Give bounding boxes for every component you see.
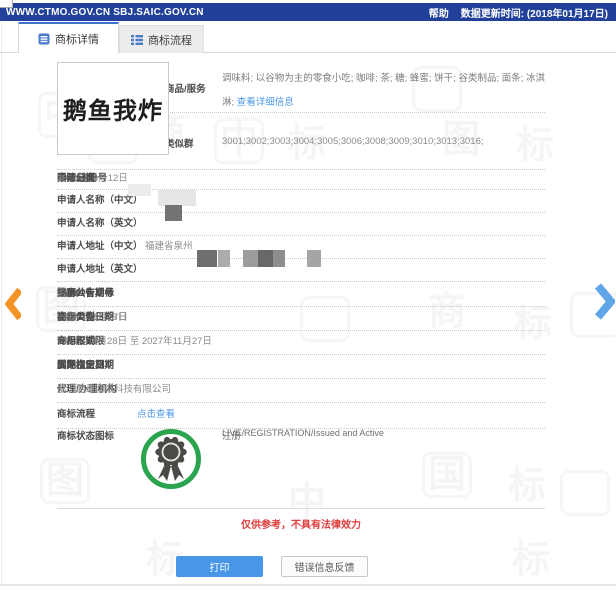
bottom-divider — [0, 584, 616, 586]
agent-value: 厦门酷泰网络科技有限公司 — [57, 384, 172, 395]
watermark-glyph: 标 — [512, 539, 551, 581]
applicant-name-en-label: 申请人名称（英文） — [57, 218, 143, 229]
row-applicant-name-en: 申请人名称（英文） — [57, 212, 545, 236]
status-text-en: LIVE/REGISTRATION/Issued and Active — [222, 428, 384, 438]
tab-label-detail: 商标详情 — [55, 33, 99, 46]
medal-ribbon-icon — [140, 428, 202, 495]
process-view-link[interactable]: 点击查看 — [137, 402, 175, 428]
status-text-cn: 注册 — [222, 431, 242, 442]
trademark-type-value: 一般 — [57, 312, 77, 323]
goods-detail-link[interactable]: 查看详细信息 — [237, 97, 294, 108]
row-process: 商标流程 点击查看 — [57, 402, 545, 429]
tab-label-process: 商标流程 — [148, 34, 192, 47]
redaction-block — [158, 190, 196, 206]
row-exclusive-term: 专用权期限 2017年11月28日 至 2027年11月27日 商标形式 — [57, 330, 545, 355]
redaction-block — [243, 250, 258, 267]
row-applicant-address-en: 申请人地址（英文） — [57, 258, 545, 282]
goods-services-value: 调味料; 以谷物为主的零食小吃; 咖啡; 茶; 糖; 蜂蜜; 饼干; 谷类制品;… — [222, 67, 546, 115]
topbar-right: 帮助 数据更新时间: (2018年01月17日) — [429, 5, 608, 20]
shared-trademark-value: 否 — [57, 288, 67, 299]
status-label: 商标状态图标 — [57, 431, 115, 442]
top-bar: WWW.CTMO.GOV.CN SBJ.SAIC.GOV.CN 帮助 数据更新时… — [0, 3, 616, 21]
row-applicant-address-cn: 申请人地址（中文） 福建省泉州 — [57, 235, 545, 259]
goods-services-label: 商品/服务 — [165, 84, 206, 95]
applicant-address-en-label: 申请人地址（英文） — [57, 264, 143, 275]
list-icon — [131, 34, 143, 46]
corner-artifact — [0, 0, 13, 8]
row-publication-numbers: 初审公告期号 1565 注册公告期号 1577 是否共有商标 否 — [57, 281, 545, 307]
print-button[interactable]: 打印 — [176, 556, 263, 577]
tab-bar: 商标详情 商标流程 — [0, 22, 616, 53]
disclaimer-text: 仅供参考，不具有法律效力 — [241, 520, 361, 531]
watermark-glyph — [560, 470, 610, 516]
redaction-block — [128, 184, 151, 196]
document-list-icon — [38, 33, 50, 45]
redaction-block — [197, 250, 217, 267]
redaction-block — [307, 250, 321, 267]
tab-trademark-detail[interactable]: 商标详情 — [18, 22, 119, 53]
data-update-time: 数据更新时间: (2018年01月17日) — [460, 8, 608, 20]
similar-group-value: 3001;3002;3003;3004;3005;3006;3008;3009;… — [222, 136, 484, 147]
process-label: 商标流程 — [57, 409, 96, 420]
redaction-block — [218, 250, 230, 267]
row-agent: 代理/办理机构 厦门酷泰网络科技有限公司 — [57, 378, 545, 403]
prev-arrow-button[interactable] — [4, 287, 23, 325]
row-status: 商标状态图标 LIVE/REGISTRATION/Issued and Acti… — [57, 428, 545, 509]
applicant-address-cn-label: 申请人地址（中文） — [57, 241, 143, 252]
feedback-button[interactable]: 错误信息反馈 — [281, 556, 368, 577]
trademark-image: 鹅鱼我炸 — [57, 62, 169, 155]
divider — [160, 112, 545, 113]
tab-trademark-process[interactable]: 商标流程 — [119, 25, 204, 53]
trademark-detail-page: WWW.CTMO.GOV.CN SBJ.SAIC.GOV.CN 帮助 数据更新时… — [0, 0, 616, 593]
redaction-block — [258, 250, 273, 267]
redaction-block — [273, 250, 285, 267]
similar-group-label: 类似群 — [165, 139, 194, 150]
intl-class-value: 30 — [57, 173, 68, 184]
left-border-line — [1, 22, 2, 584]
site-domains: WWW.CTMO.GOV.CN SBJ.SAIC.GOV.CN — [6, 6, 204, 18]
help-link[interactable]: 帮助 — [429, 5, 449, 20]
priority-date-label: 优先权日期 — [57, 360, 105, 371]
trademark-name: 鹅鱼我炸 — [62, 96, 164, 125]
trademark-form-label: 商标形式 — [57, 336, 96, 347]
row-international-dates: 国际注册日期 后期指定日期 优先权日期 — [57, 354, 545, 379]
applicant-address-cn-value: 福建省泉州 — [145, 241, 193, 252]
trademark-summary-section: 鹅鱼我炸 商品/服务 调味料; 以谷物为主的零食小吃; 咖啡; 茶; 糖; 蜂蜜… — [57, 60, 545, 170]
redaction-block — [165, 205, 182, 221]
row-publication-dates: 初审公告日期 2017年08月27日 注册公告日期 2017年11月28日 商标… — [57, 306, 545, 331]
next-arrow-button[interactable] — [594, 283, 616, 325]
